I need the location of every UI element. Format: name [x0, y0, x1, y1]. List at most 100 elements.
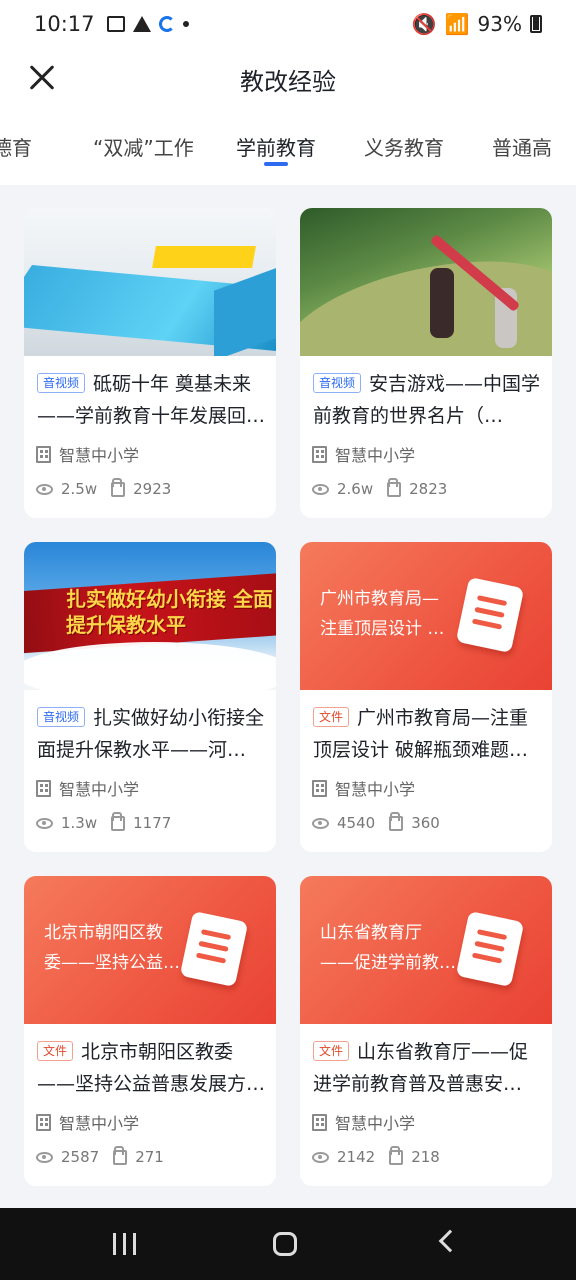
views-icon — [312, 1151, 329, 1163]
like-count: 2923 — [133, 480, 172, 498]
like-icon — [111, 811, 126, 831]
video-badge: 音视频 — [37, 707, 86, 727]
file-badge: 文件 — [313, 707, 350, 727]
recent-apps-icon[interactable] — [113, 1233, 137, 1255]
more-notifications-icon — [182, 21, 189, 27]
document-icon — [179, 910, 249, 988]
browser-icon — [158, 16, 175, 32]
source-name: 智慧中小学 — [59, 446, 140, 465]
stats-row: 2.5w 2923 — [36, 477, 172, 498]
status-bar: 10:17 🔇 📶 93% — [0, 0, 576, 48]
views-icon — [36, 1151, 53, 1163]
content-card[interactable]: 广州市教育局— 注重顶层设计 … 文件 广州市教育局—注重顶层设计 破解瓶颈难题…… — [300, 542, 552, 852]
video-thumbnail — [24, 208, 276, 356]
card-title: 音视频 安吉游戏——中国学前教育的世界名片（… — [313, 373, 541, 427]
view-count: 1.3w — [61, 814, 98, 832]
content-card[interactable]: 山东省教育厅 ——促进学前教… 文件 山东省教育厅——促进学前教育普及普惠安… 智… — [300, 876, 552, 1186]
content-card[interactable]: 音视频 安吉游戏——中国学前教育的世界名片（… 智慧中小学 2.6w 2823 — [300, 208, 552, 518]
stats-row: 1.3w 1177 — [36, 811, 172, 832]
thumbnail-text: 北京市朝阳区教 委——坚持公益… — [44, 923, 180, 973]
document-thumbnail: 广州市教育局— 注重顶层设计 … — [300, 542, 552, 690]
tab-moral-education[interactable]: 德育 — [0, 132, 32, 161]
like-count: 218 — [411, 1148, 440, 1166]
building-icon — [312, 445, 327, 463]
like-count: 271 — [135, 1148, 164, 1166]
content-card[interactable]: 音视频 砥砺十年 奠基未来——学前教育十年发展回… 智慧中小学 2.5w 2923 — [24, 208, 276, 518]
back-icon[interactable] — [438, 1229, 462, 1253]
document-icon — [455, 910, 525, 988]
thumbnail-text: 扎实做好幼小衔接 全面提升保教水平 — [66, 587, 273, 637]
tab-preschool-education[interactable]: 学前教育 — [236, 132, 316, 161]
source-name: 智慧中小学 — [335, 1114, 416, 1133]
source-name: 智慧中小学 — [59, 780, 140, 799]
status-time: 10:17 — [34, 12, 95, 36]
view-count: 4540 — [337, 814, 376, 832]
tab-double-reduction[interactable]: “双减”工作 — [93, 132, 194, 161]
tab-high-school[interactable]: 普通高 — [492, 132, 552, 161]
views-icon — [312, 817, 329, 829]
document-thumbnail: 山东省教育厅 ——促进学前教… — [300, 876, 552, 1024]
source-row: 智慧中小学 — [312, 1110, 415, 1134]
video-thumbnail: 扎实做好幼小衔接 全面提升保教水平 — [24, 542, 276, 690]
document-icon — [455, 576, 525, 654]
like-count: 1177 — [133, 814, 172, 832]
views-icon — [36, 817, 53, 829]
video-thumbnail — [300, 208, 552, 356]
stats-row: 2587 271 — [36, 1145, 164, 1166]
like-count: 2823 — [409, 480, 448, 498]
like-icon — [389, 1145, 404, 1165]
page-title: 教改经验 — [240, 68, 336, 96]
mute-icon: 🔇 — [411, 12, 437, 36]
building-icon — [36, 445, 51, 463]
file-badge: 文件 — [313, 1041, 350, 1061]
content-card[interactable]: 北京市朝阳区教 委——坚持公益… 文件 北京市朝阳区教委——坚持公益普惠发展方… … — [24, 876, 276, 1186]
content-card[interactable]: 扎实做好幼小衔接 全面提升保教水平 音视频 扎实做好幼小衔接全面提升保教水平——河… — [24, 542, 276, 852]
source-row: 智慧中小学 — [36, 776, 139, 800]
views-icon — [36, 483, 53, 495]
stats-row: 4540 360 — [312, 811, 440, 832]
building-icon — [312, 1113, 327, 1131]
gallery-icon — [106, 16, 125, 32]
view-count: 2587 — [61, 1148, 100, 1166]
views-icon — [312, 483, 329, 495]
card-title: 文件 广州市教育局—注重顶层设计 破解瓶颈难题… — [313, 707, 529, 761]
video-badge: 音视频 — [37, 373, 86, 393]
like-icon — [387, 477, 402, 497]
file-badge: 文件 — [37, 1041, 74, 1061]
wifi-icon: 📶 — [444, 12, 470, 36]
view-count: 2.6w — [337, 480, 374, 498]
source-name: 智慧中小学 — [335, 446, 416, 465]
like-icon — [389, 811, 404, 831]
view-count: 2.5w — [61, 480, 98, 498]
home-icon[interactable] — [273, 1232, 297, 1256]
building-icon — [312, 779, 327, 797]
like-icon — [111, 477, 126, 497]
building-icon — [36, 1113, 51, 1131]
source-row: 智慧中小学 — [36, 442, 139, 466]
card-title: 文件 北京市朝阳区教委——坚持公益普惠发展方… — [37, 1041, 265, 1095]
document-thumbnail: 北京市朝阳区教 委——坚持公益… — [24, 876, 276, 1024]
card-title: 音视频 砥砺十年 奠基未来——学前教育十年发展回… — [37, 373, 265, 427]
battery-icon — [530, 15, 542, 33]
thumbnail-text: 山东省教育厅 ——促进学前教… — [320, 923, 456, 973]
battery-percent: 93% — [477, 12, 522, 36]
card-title: 音视频 扎实做好幼小衔接全面提升保教水平——河… — [37, 707, 265, 761]
stats-row: 2.6w 2823 — [312, 477, 448, 498]
source-name: 智慧中小学 — [59, 1114, 140, 1133]
like-count: 360 — [411, 814, 440, 832]
view-count: 2142 — [337, 1148, 376, 1166]
active-tab-indicator — [264, 162, 288, 166]
stats-row: 2142 218 — [312, 1145, 440, 1166]
building-icon — [36, 779, 51, 797]
source-row: 智慧中小学 — [36, 1110, 139, 1134]
card-title: 文件 山东省教育厅——促进学前教育普及普惠安… — [313, 1041, 529, 1095]
source-row: 智慧中小学 — [312, 776, 415, 800]
source-row: 智慧中小学 — [312, 442, 415, 466]
system-nav-bar — [0, 1208, 576, 1280]
thumbnail-text: 广州市教育局— 注重顶层设计 … — [320, 589, 445, 639]
video-badge: 音视频 — [313, 373, 362, 393]
tab-compulsory-education[interactable]: 义务教育 — [364, 132, 444, 161]
app-header: 教改经验 — [0, 48, 576, 110]
warning-icon — [132, 16, 151, 32]
category-tabs: 德育 “双减”工作 学前教育 义务教育 普通高 — [0, 110, 576, 185]
